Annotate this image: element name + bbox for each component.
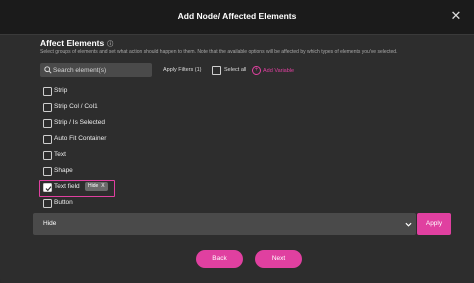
- checkbox-checked[interactable]: [43, 183, 52, 192]
- list-item-label: Text: [54, 151, 66, 158]
- checkbox[interactable]: [43, 119, 52, 128]
- action-tag: Hide X: [85, 182, 108, 191]
- section-description: Select groups of elements and set what a…: [40, 49, 398, 55]
- action-select[interactable]: Hide: [33, 213, 416, 235]
- remove-tag-icon[interactable]: X: [101, 183, 104, 189]
- apply-filters-link[interactable]: Apply Filters (1): [163, 67, 202, 73]
- search-input[interactable]: [53, 63, 149, 77]
- apply-button[interactable]: Apply: [417, 213, 451, 235]
- section-title-text: Affect Elements: [40, 38, 105, 48]
- list-item-label: Auto Fit Container: [54, 135, 107, 142]
- search-icon: [44, 66, 52, 74]
- list-item-label: Strip / Is Selected: [54, 119, 105, 126]
- list-item-label: Shape: [54, 167, 73, 174]
- checkbox[interactable]: [43, 151, 52, 160]
- action-tag-label: Hide: [88, 183, 99, 189]
- list-item-label: Strip: [54, 87, 68, 94]
- modal-title: Add Node/ Affected Elements: [177, 11, 297, 21]
- back-button[interactable]: Back: [196, 250, 243, 268]
- list-item-label: Text field: [54, 183, 80, 190]
- search-box[interactable]: [40, 63, 152, 77]
- modal-header: Add Node/ Affected Elements ✕: [0, 0, 474, 35]
- select-all-label: Select all: [224, 67, 247, 73]
- checkbox[interactable]: [43, 135, 52, 144]
- next-button[interactable]: Next: [255, 250, 302, 268]
- check-icon: [45, 185, 51, 191]
- list-item-label: Button: [54, 199, 73, 206]
- close-icon[interactable]: ✕: [448, 8, 464, 24]
- checkbox[interactable]: [43, 167, 52, 176]
- chevron-down-icon: [405, 222, 412, 227]
- select-all-checkbox[interactable]: [212, 66, 221, 75]
- checkbox[interactable]: [43, 199, 52, 208]
- info-icon[interactable]: ⓘ: [107, 39, 113, 48]
- add-variable-button[interactable]: + Add Variable: [252, 66, 294, 75]
- list-item-label: Strip Col / Col1: [54, 103, 98, 110]
- checkbox[interactable]: [43, 87, 52, 96]
- checkbox[interactable]: [43, 103, 52, 112]
- action-select-value: Hide: [43, 220, 57, 227]
- add-variable-label: Add Variable: [263, 67, 295, 74]
- add-node-modal: Add Node/ Affected Elements ✕ Affect Ele…: [0, 0, 474, 283]
- section-title: Affect Elements ⓘ: [40, 38, 113, 48]
- plus-icon: +: [252, 66, 261, 75]
